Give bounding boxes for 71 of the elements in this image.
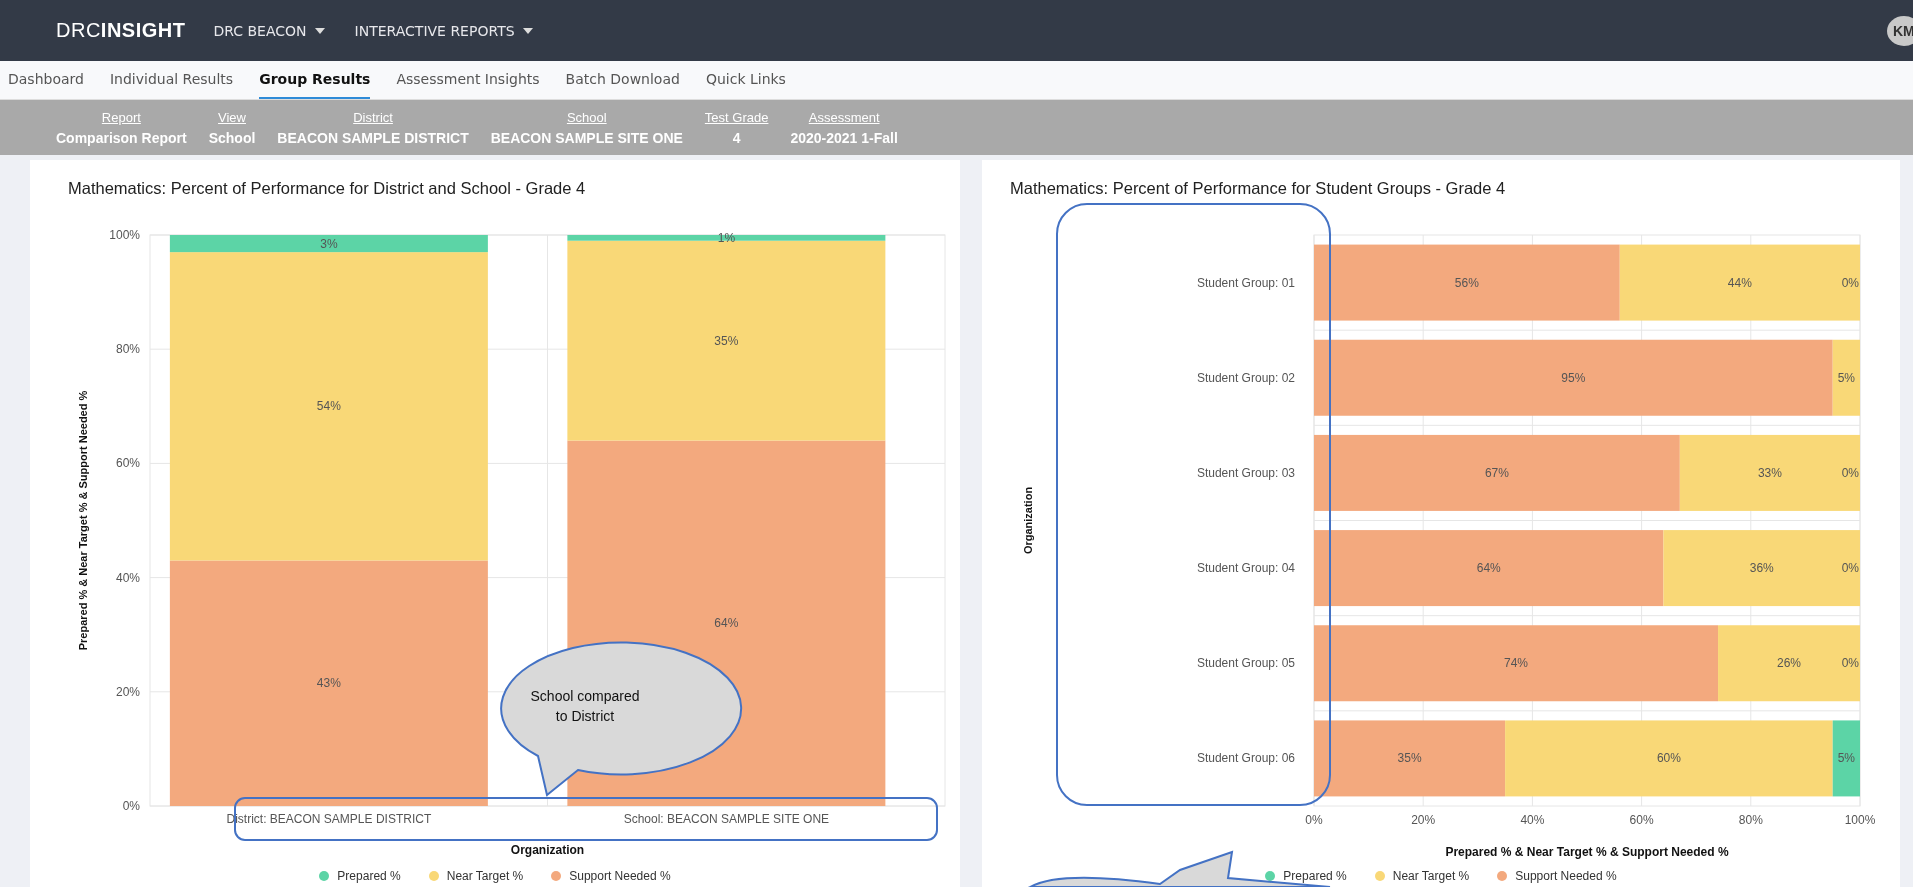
menu-dropdown[interactable]: DRC BEACON bbox=[207, 18, 331, 43]
x-axis-title: Organization bbox=[510, 843, 585, 857]
menu-dropdown[interactable]: INTERACTIVE REPORTS bbox=[348, 18, 539, 43]
axis-tick-label: 100% bbox=[1844, 813, 1876, 827]
axis-tick-label: 80% bbox=[115, 342, 140, 357]
x-axis-title: Prepared % & Near Target % & Support Needed % bbox=[1445, 845, 1729, 859]
data-label: 0% bbox=[1841, 656, 1859, 671]
legend-item[interactable]: Prepared % bbox=[319, 869, 401, 883]
legend-item[interactable]: Support Needed % bbox=[551, 869, 671, 883]
legend-item[interactable]: Prepared % bbox=[1265, 869, 1347, 883]
caret-icon bbox=[314, 27, 325, 34]
data-label: 74% bbox=[1504, 656, 1529, 671]
filter-value: 4 bbox=[732, 129, 741, 146]
data-label: 0% bbox=[1841, 465, 1859, 480]
legend-item[interactable]: Near Target % bbox=[428, 869, 524, 883]
axis-tick-label: 40% bbox=[115, 570, 140, 585]
axis-tick-label: 80% bbox=[1738, 813, 1763, 827]
axis-tick-label: 20% bbox=[1411, 813, 1436, 827]
data-label: 0% bbox=[1841, 561, 1859, 576]
axis-tick-label: 60% bbox=[115, 456, 140, 471]
data-label: 44% bbox=[1727, 275, 1752, 290]
data-label: 36% bbox=[1749, 561, 1774, 576]
axis-tick-label: 40% bbox=[1520, 813, 1545, 827]
data-label: 3% bbox=[320, 236, 338, 251]
axis-tick-label: 0% bbox=[122, 799, 140, 813]
category-label: Student Group: 01 bbox=[1196, 275, 1295, 290]
category-label: Student Group: 04 bbox=[1196, 561, 1295, 576]
y-axis-title: Prepared % & Near Target % & Support Needed % bbox=[77, 390, 89, 651]
data-label: 5% bbox=[1837, 751, 1855, 766]
filter-value: 2020-2021 1-Fall bbox=[790, 129, 898, 146]
data-label: 35% bbox=[1397, 751, 1422, 766]
chart-title: Mathematics: Percent of Performance for Student Groups - Grade 4 bbox=[1010, 179, 1507, 198]
nav-tab[interactable]: Dashboard bbox=[8, 61, 84, 99]
data-label: 56% bbox=[1454, 275, 1479, 290]
y-axis-title: Organization bbox=[1022, 486, 1034, 555]
data-label: 0% bbox=[1841, 275, 1859, 290]
data-label: 60% bbox=[1656, 751, 1681, 766]
legend-item[interactable]: Support Needed % bbox=[1497, 869, 1617, 883]
caret-icon bbox=[522, 27, 533, 34]
user-avatar[interactable]: KM bbox=[1887, 16, 1913, 46]
data-label: 26% bbox=[1777, 656, 1802, 671]
category-label: Student Group: 06 bbox=[1196, 751, 1295, 766]
legend-item[interactable]: Near Target % bbox=[1374, 869, 1470, 883]
filter-value: School bbox=[208, 129, 256, 146]
filter-value: Comparison Report bbox=[56, 129, 187, 146]
nav-tab[interactable]: Assessment Insights bbox=[396, 61, 540, 99]
axis-tick-label: 100% bbox=[109, 228, 140, 242]
chart-title: Mathematics: Percent of Performance for District and School - Grade 4 bbox=[68, 179, 587, 198]
filter-value: BEACON SAMPLE SITE ONE bbox=[490, 129, 683, 146]
category-label: Student Group: 02 bbox=[1196, 370, 1295, 385]
data-label: 35% bbox=[714, 333, 739, 348]
axis-tick-label: 20% bbox=[115, 684, 140, 699]
nav-tab[interactable]: Quick Links bbox=[705, 61, 786, 99]
category-label: Student Group: 05 bbox=[1196, 656, 1295, 671]
data-label: 95% bbox=[1561, 370, 1586, 385]
category-label: School: BEACON SAMPLE SITE ONE bbox=[623, 812, 830, 826]
data-label: 67% bbox=[1484, 465, 1509, 480]
data-label: 43% bbox=[316, 676, 341, 691]
nav-tab[interactable]: Individual Results bbox=[109, 61, 234, 99]
axis-tick-label: 60% bbox=[1629, 813, 1654, 827]
data-label: 64% bbox=[714, 616, 739, 631]
callout-text: School compared to District bbox=[530, 687, 640, 726]
data-label: 5% bbox=[1837, 370, 1855, 385]
category-label: Student Group: 03 bbox=[1196, 465, 1295, 480]
data-label: 64% bbox=[1476, 561, 1501, 576]
logo[interactable]: DRCINSIGHT bbox=[56, 19, 186, 42]
axis-tick-label: 0% bbox=[1305, 813, 1323, 827]
nav-tab[interactable]: Batch Download bbox=[565, 61, 680, 99]
data-label: 54% bbox=[316, 399, 341, 414]
filter-value: BEACON SAMPLE DISTRICT bbox=[277, 129, 469, 146]
data-label: 33% bbox=[1757, 465, 1782, 480]
